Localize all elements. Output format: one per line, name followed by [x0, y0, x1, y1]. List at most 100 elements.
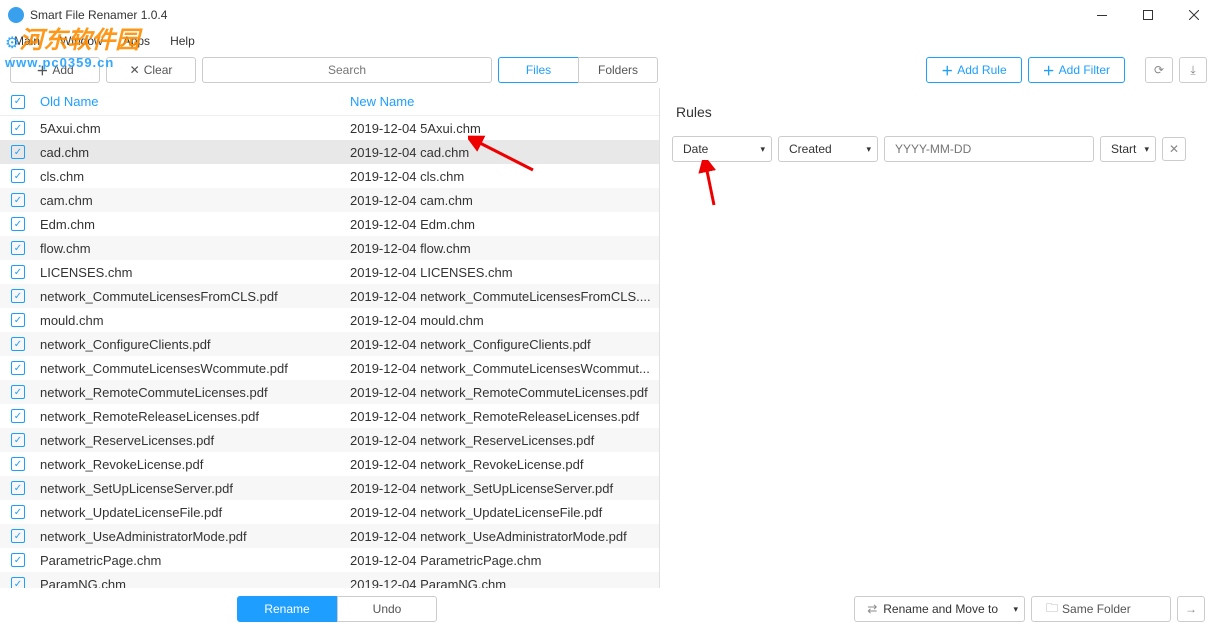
table-row[interactable]: ✓cad.chm2019-12-04 cad.chm [0, 140, 659, 164]
table-row[interactable]: ✓5Axui.chm2019-12-04 5Axui.chm [0, 116, 659, 140]
row-checkbox[interactable]: ✓ [11, 577, 25, 588]
search-input[interactable] [202, 57, 492, 83]
menu-main[interactable]: Main [6, 32, 48, 50]
row-checkbox[interactable]: ✓ [11, 145, 25, 159]
rule-position-dropdown[interactable]: Start [1100, 136, 1156, 162]
table-row[interactable]: ✓ParametricPage.chm2019-12-04 Parametric… [0, 548, 659, 572]
rule-format-input[interactable] [884, 136, 1094, 162]
select-all-checkbox[interactable]: ✓ [11, 95, 25, 109]
row-checkbox[interactable]: ✓ [11, 193, 25, 207]
rule-sub-dropdown[interactable]: Created [778, 136, 878, 162]
close-button[interactable] [1171, 0, 1217, 30]
table-row[interactable]: ✓cam.chm2019-12-04 cam.chm [0, 188, 659, 212]
table-row[interactable]: ✓network_RevokeLicense.pdf2019-12-04 net… [0, 452, 659, 476]
remove-rule-button[interactable]: ✕ [1162, 137, 1186, 161]
row-checkbox[interactable]: ✓ [11, 289, 25, 303]
table-row[interactable]: ✓ Edm.chm2019-12-04 Edm.chm [0, 212, 659, 236]
table-row[interactable]: ✓LICENSES.chm2019-12-04 LICENSES.chm [0, 260, 659, 284]
add-button[interactable]: ＋Add [10, 57, 100, 83]
table-row[interactable]: ✓cls.chm2019-12-04 cls.chm [0, 164, 659, 188]
table-row[interactable]: ✓network_UpdateLicenseFile.pdf2019-12-04… [0, 500, 659, 524]
maximize-button[interactable] [1125, 0, 1171, 30]
menu-window[interactable]: Window [52, 32, 111, 50]
new-name-cell: 2019-12-04 network_ConfigureClients.pdf [346, 337, 659, 352]
menu-apps[interactable]: Apps [115, 32, 158, 50]
row-checkbox[interactable]: ✓ [11, 121, 25, 135]
old-name-cell: flow.chm [36, 241, 346, 256]
old-name-cell: ParamNG.chm [36, 577, 346, 589]
column-new-name[interactable]: New Name [346, 94, 659, 109]
column-old-name[interactable]: Old Name [36, 94, 346, 109]
window-controls [1079, 0, 1217, 30]
main-area: ✓ Old Name New Name ✓5Axui.chm2019-12-04… [0, 88, 1217, 588]
row-checkbox[interactable]: ✓ [11, 481, 25, 495]
files-tab[interactable]: Files [498, 57, 578, 83]
row-checkbox[interactable]: ✓ [11, 313, 25, 327]
table-header: ✓ Old Name New Name [0, 88, 659, 116]
folder-icon: 🗀 [1046, 599, 1058, 620]
table-row[interactable]: ✓network_CommuteLicensesWcommute.pdf2019… [0, 356, 659, 380]
table-row[interactable]: ✓network_RemoteReleaseLicenses.pdf2019-1… [0, 404, 659, 428]
table-row[interactable]: ✓ network_UseAdministratorMode.pdf2019-12… [0, 524, 659, 548]
app-icon [8, 7, 24, 23]
row-checkbox[interactable]: ✓ [11, 505, 25, 519]
table-row[interactable]: ✓network_CommuteLicensesFromCLS.pdf2019-… [0, 284, 659, 308]
old-name-cell: network_RemoteCommuteLicenses.pdf [36, 385, 346, 400]
row-checkbox[interactable]: ✓ [11, 457, 25, 471]
clear-button[interactable]: ✕Clear [106, 57, 196, 83]
undo-button[interactable]: Undo [337, 596, 437, 622]
add-rule-button[interactable]: ＋Add Rule [926, 57, 1021, 83]
minimize-button[interactable] [1079, 0, 1125, 30]
swap-icon: ⇄ [867, 602, 877, 616]
rule-row: Date Created Start ✕ [660, 128, 1217, 170]
row-checkbox[interactable]: ✓ [11, 361, 25, 375]
row-checkbox[interactable]: ✓ [11, 529, 25, 543]
menubar: Main Window Apps Help [0, 30, 1217, 52]
row-checkbox[interactable]: ✓ [11, 553, 25, 567]
window-title: Smart File Renamer 1.0.4 [30, 8, 167, 22]
old-name-cell: network_ReserveLicenses.pdf [36, 433, 346, 448]
add-filter-button[interactable]: ＋Add Filter [1028, 57, 1125, 83]
new-name-cell: 2019-12-04 cam.chm [346, 193, 659, 208]
file-table: ✓ Old Name New Name ✓5Axui.chm2019-12-04… [0, 88, 660, 588]
row-checkbox[interactable]: ✓ [11, 385, 25, 399]
old-name-cell: network_ConfigureClients.pdf [36, 337, 346, 352]
table-row[interactable]: ✓ flow.chm2019-12-04 flow.chm [0, 236, 659, 260]
rules-header: Rules [660, 88, 1217, 128]
row-checkbox[interactable]: ✓ [11, 337, 25, 351]
table-body[interactable]: ✓5Axui.chm2019-12-04 5Axui.chm✓cad.chm20… [0, 116, 659, 588]
old-name-cell: Edm.chm [36, 217, 346, 232]
row-checkbox[interactable]: ✓ [11, 217, 25, 231]
table-row[interactable]: ✓ParamNG.chm2019-12-04 ParamNG.chm [0, 572, 659, 588]
old-name-cell: network_UseAdministratorMode.pdf [36, 529, 346, 544]
new-name-cell: 2019-12-04 flow.chm [346, 241, 659, 256]
new-name-cell: 2019-12-04 network_CommuteLicensesFromCL… [346, 289, 659, 304]
rules-panel: Rules Date Created Start ✕ [660, 88, 1217, 588]
table-row[interactable]: ✓network_SetUpLicenseServer.pdf2019-12-0… [0, 476, 659, 500]
old-name-cell: network_UpdateLicenseFile.pdf [36, 505, 346, 520]
save-preset-button[interactable]: ⤓ [1179, 57, 1207, 83]
table-row[interactable]: ✓ network_ConfigureClients.pdf2019-12-04 … [0, 332, 659, 356]
rename-button[interactable]: Rename [237, 596, 337, 622]
row-checkbox[interactable]: ✓ [11, 409, 25, 423]
mode-dropdown[interactable]: ⇄Rename and Move to [854, 596, 1025, 622]
refresh-button[interactable]: ⟳ [1145, 57, 1173, 83]
folders-tab[interactable]: Folders [578, 57, 658, 83]
menu-help[interactable]: Help [162, 32, 203, 50]
row-checkbox[interactable]: ✓ [11, 241, 25, 255]
table-row[interactable]: ✓mould.chm2019-12-04 mould.chm [0, 308, 659, 332]
new-name-cell: 2019-12-04 Edm.chm [346, 217, 659, 232]
old-name-cell: cls.chm [36, 169, 346, 184]
plus-icon: ＋ [1043, 62, 1055, 79]
new-name-cell: 2019-12-04 network_RemoteReleaseLicenses… [346, 409, 659, 424]
row-checkbox[interactable]: ✓ [11, 169, 25, 183]
same-folder-button[interactable]: 🗀Same Folder [1031, 596, 1171, 622]
table-row[interactable]: ✓network_RemoteCommuteLicenses.pdf2019-1… [0, 380, 659, 404]
rule-type-dropdown[interactable]: Date [672, 136, 772, 162]
table-row[interactable]: ✓network_ReserveLicenses.pdf2019-12-04 n… [0, 428, 659, 452]
row-checkbox[interactable]: ✓ [11, 433, 25, 447]
go-button[interactable]: → [1177, 596, 1205, 622]
titlebar: Smart File Renamer 1.0.4 [0, 0, 1217, 30]
row-checkbox[interactable]: ✓ [11, 265, 25, 279]
new-name-cell: 2019-12-04 network_UseAdministratorMode.… [346, 529, 659, 544]
